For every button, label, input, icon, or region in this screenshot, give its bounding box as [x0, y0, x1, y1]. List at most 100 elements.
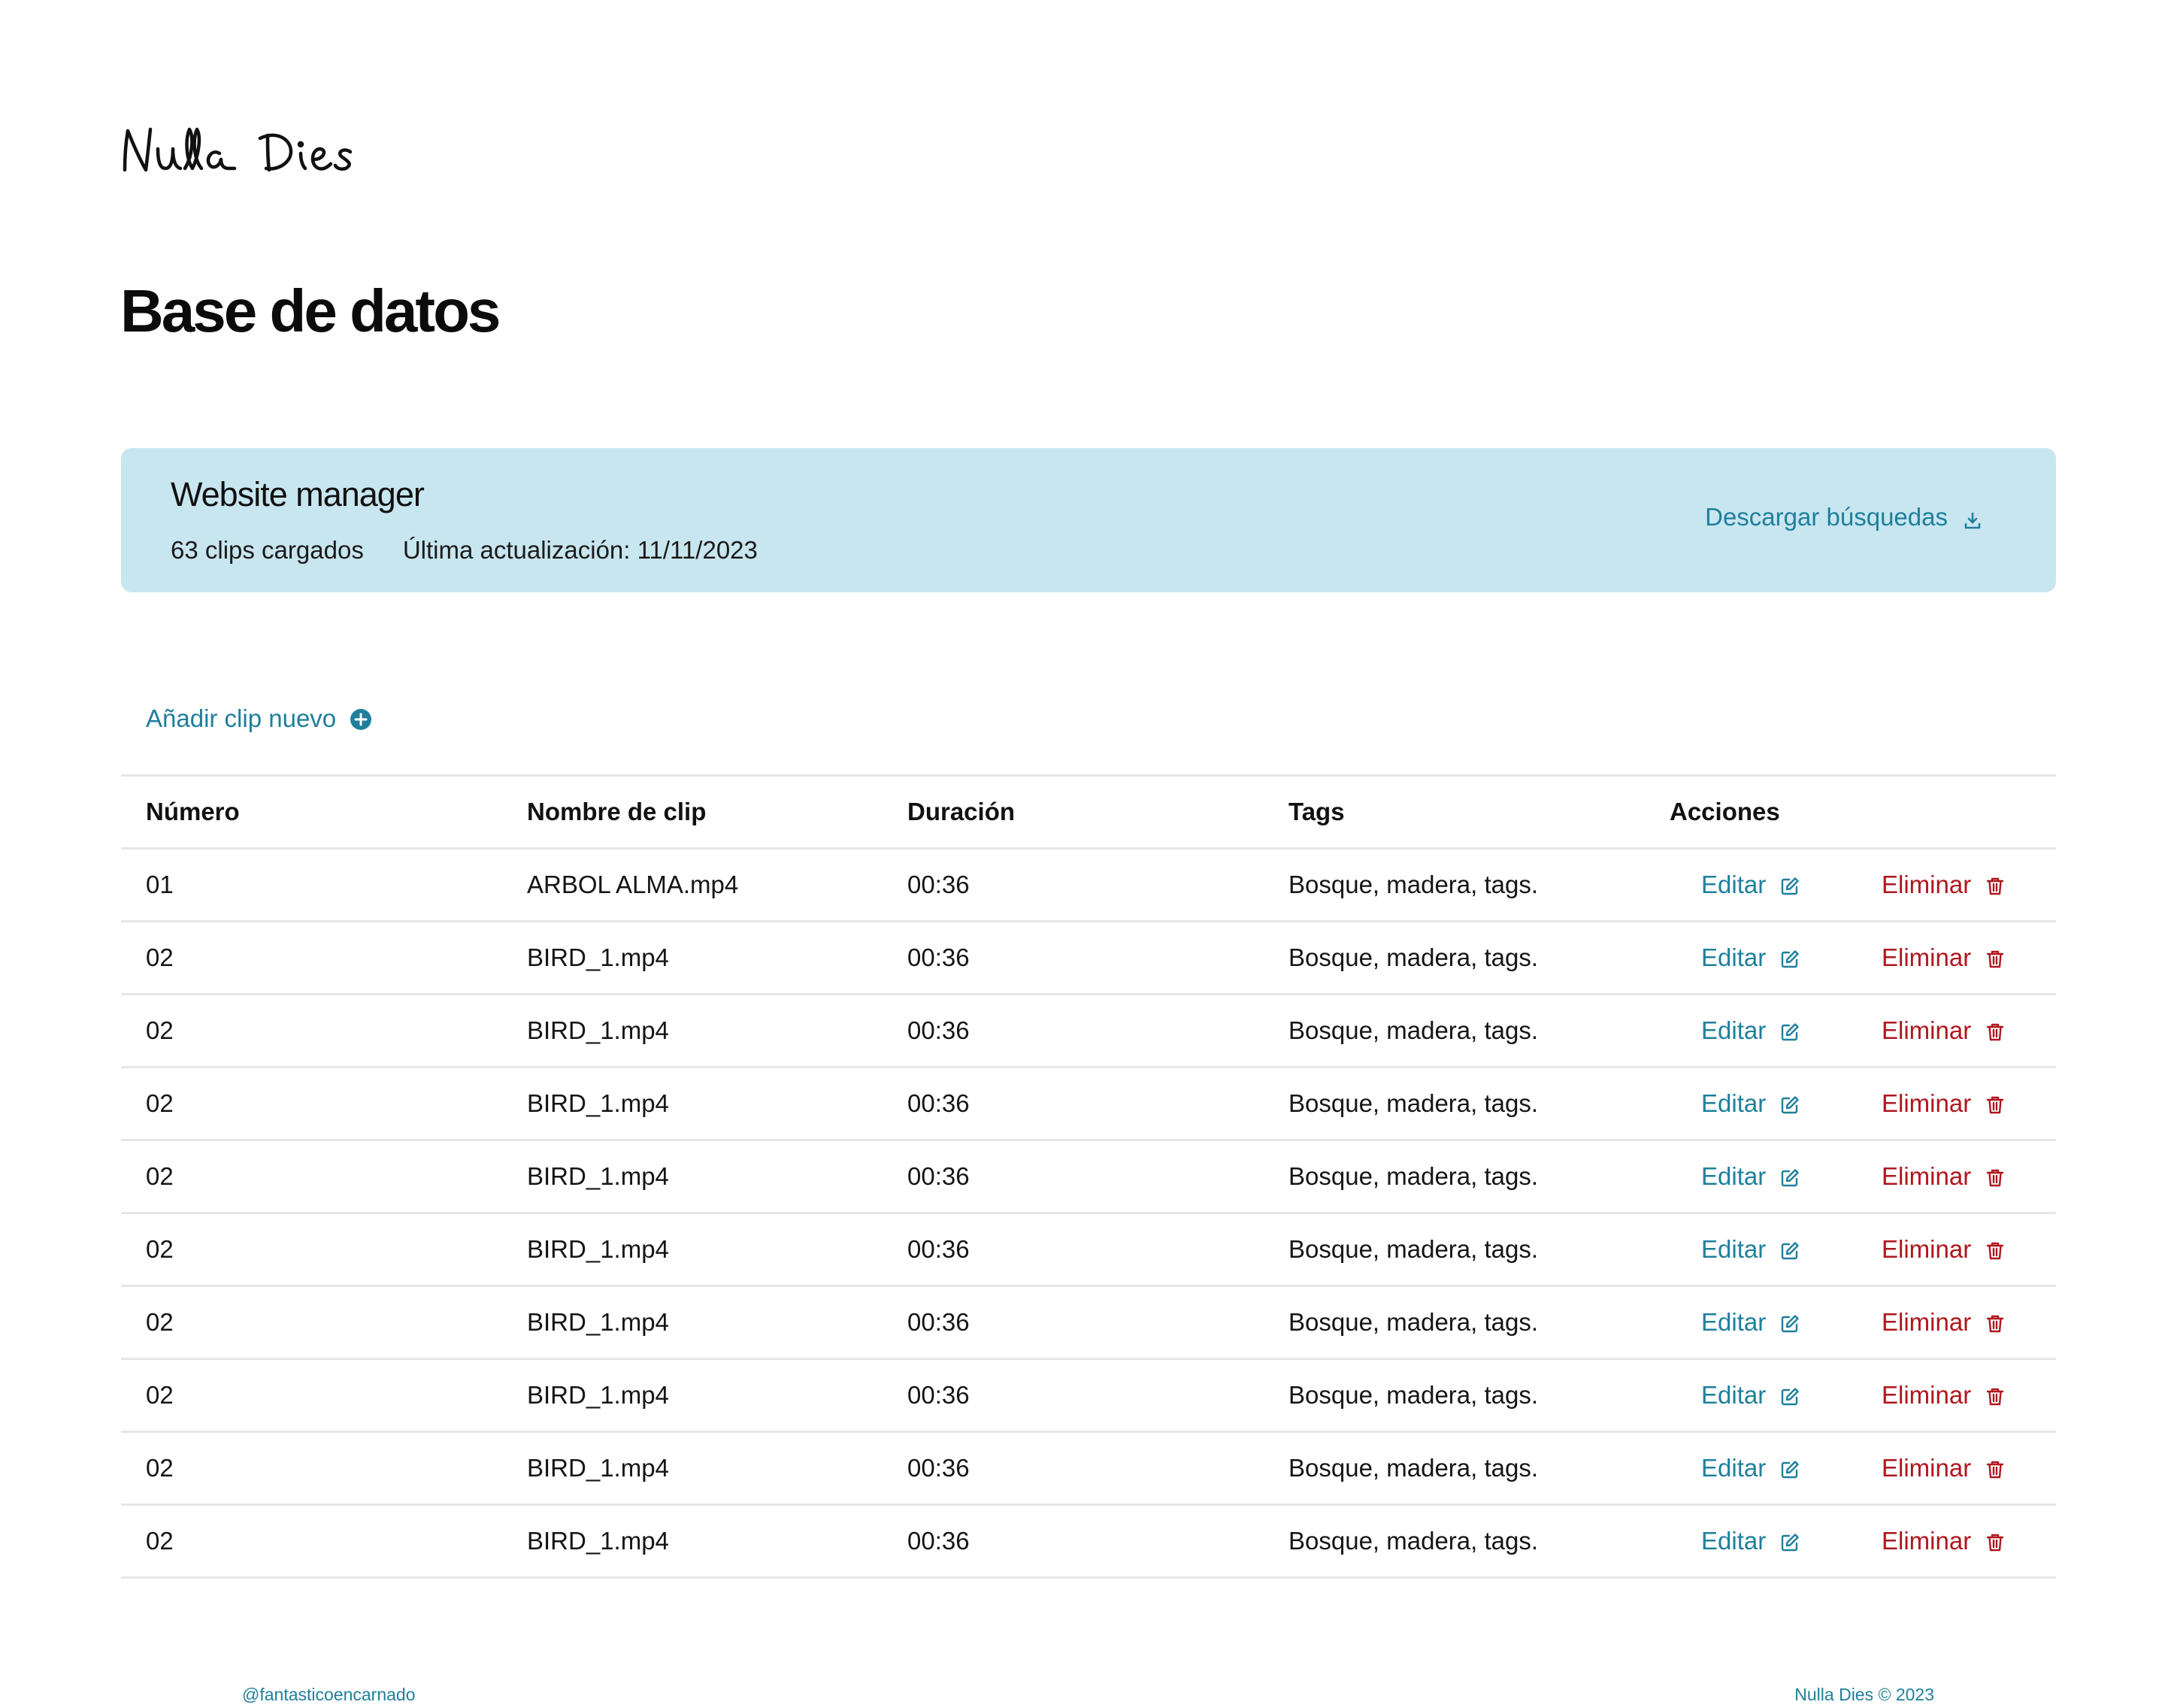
- delete-button[interactable]: Eliminar: [1882, 1308, 2006, 1337]
- table-row: 02 BIRD_1.mp4 00:36 Bosque, madera, tags. Ed…: [121, 1066, 2056, 1140]
- edit-label: Editar: [1701, 1089, 1767, 1117]
- delete-label: Eliminar: [1882, 1454, 1972, 1482]
- edit-label: Editar: [1701, 943, 1767, 971]
- table-header-row: Número Nombre de clip Duración Tags Acci…: [121, 774, 2056, 849]
- cell-actions: Editar Eliminar: [1645, 1212, 2056, 1286]
- website-manager-panel: Website manager 63 clips cargados Última …: [121, 448, 2056, 592]
- add-clip-button[interactable]: Añadir clip nuevo: [146, 704, 372, 734]
- trash-icon: [1985, 947, 2006, 968]
- edit-button[interactable]: Editar: [1701, 1235, 1882, 1264]
- cell-number: 02: [121, 1358, 502, 1432]
- edit-button[interactable]: Editar: [1701, 1454, 1882, 1482]
- cell-tags: Bosque, madera, tags.: [1264, 1212, 1645, 1286]
- logo[interactable]: [120, 120, 376, 180]
- panel-title: Website manager: [171, 475, 425, 513]
- edit-icon: [1779, 1239, 1800, 1260]
- row-actions: Editar Eliminar: [1670, 1016, 2056, 1045]
- header-number: Número: [121, 774, 502, 849]
- page-title: Base de datos: [120, 277, 501, 344]
- delete-button[interactable]: Eliminar: [1882, 1162, 2006, 1191]
- row-actions: Editar Eliminar: [1670, 1089, 2056, 1118]
- cell-duration: 00:36: [883, 847, 1264, 922]
- trash-icon: [1985, 1458, 2006, 1479]
- cell-actions: Editar Eliminar: [1645, 1504, 2056, 1579]
- row-actions: Editar Eliminar: [1670, 1162, 2056, 1191]
- edit-button[interactable]: Editar: [1701, 1308, 1882, 1337]
- trash-icon: [1985, 1312, 2006, 1333]
- cell-duration: 00:36: [883, 1212, 1264, 1286]
- delete-button[interactable]: Eliminar: [1882, 1454, 2006, 1482]
- edit-icon: [1779, 1020, 1800, 1041]
- edit-icon: [1779, 1531, 1800, 1552]
- cell-tags: Bosque, madera, tags.: [1264, 847, 1645, 922]
- cell-actions: Editar Eliminar: [1645, 1358, 2056, 1432]
- table-row: 02 BIRD_1.mp4 00:36 Bosque, madera, tags. Ed…: [121, 1431, 2056, 1505]
- delete-button[interactable]: Eliminar: [1882, 943, 2006, 972]
- cell-actions: Editar Eliminar: [1645, 993, 2056, 1068]
- footer-handle[interactable]: @fantasticoencarnado: [242, 1684, 416, 1705]
- cell-number: 02: [121, 993, 502, 1068]
- delete-label: Eliminar: [1882, 1235, 1972, 1263]
- cell-clip-name: BIRD_1.mp4: [502, 1431, 883, 1505]
- delete-button[interactable]: Eliminar: [1882, 1089, 2006, 1118]
- cell-duration: 00:36: [883, 1431, 1264, 1505]
- plus-circle-icon: [350, 707, 372, 730]
- trash-icon: [1985, 1385, 2006, 1406]
- edit-icon: [1779, 1166, 1800, 1187]
- cell-clip-name: ARBOL ALMA.mp4: [502, 847, 883, 922]
- cell-clip-name: BIRD_1.mp4: [502, 1139, 883, 1213]
- last-update: Última actualización: 11/11/2023: [402, 536, 758, 564]
- edit-label: Editar: [1701, 1016, 1767, 1044]
- cell-tags: Bosque, madera, tags.: [1264, 1066, 1645, 1140]
- header-tags: Tags: [1264, 774, 1645, 849]
- edit-label: Editar: [1701, 1454, 1767, 1482]
- cell-number: 02: [121, 1431, 502, 1505]
- cell-duration: 00:36: [883, 1504, 1264, 1579]
- cell-duration: 00:36: [883, 920, 1264, 995]
- edit-button[interactable]: Editar: [1701, 943, 1882, 972]
- delete-label: Eliminar: [1882, 1089, 1972, 1117]
- cell-actions: Editar Eliminar: [1645, 847, 2056, 922]
- delete-button[interactable]: Eliminar: [1882, 1235, 2006, 1264]
- edit-button[interactable]: Editar: [1701, 1162, 1882, 1191]
- row-actions: Editar Eliminar: [1670, 1235, 2056, 1264]
- cell-number: 01: [121, 847, 502, 922]
- edit-button[interactable]: Editar: [1701, 871, 1882, 899]
- cell-actions: Editar Eliminar: [1645, 1285, 2056, 1359]
- cell-duration: 00:36: [883, 1285, 1264, 1359]
- delete-button[interactable]: Eliminar: [1882, 1381, 2006, 1410]
- cell-clip-name: BIRD_1.mp4: [502, 1285, 883, 1359]
- edit-label: Editar: [1701, 1527, 1767, 1555]
- row-actions: Editar Eliminar: [1670, 871, 2056, 899]
- row-actions: Editar Eliminar: [1670, 1527, 2056, 1555]
- delete-button[interactable]: Eliminar: [1882, 871, 2006, 899]
- cell-number: 02: [121, 1212, 502, 1286]
- edit-button[interactable]: Editar: [1701, 1527, 1882, 1555]
- delete-button[interactable]: Eliminar: [1882, 1016, 2006, 1045]
- edit-button[interactable]: Editar: [1701, 1089, 1882, 1118]
- table-row: 02 BIRD_1.mp4 00:36 Bosque, madera, tags. Ed…: [121, 1504, 2056, 1579]
- edit-button[interactable]: Editar: [1701, 1381, 1882, 1410]
- cell-actions: Editar Eliminar: [1645, 1066, 2056, 1140]
- edit-icon: [1779, 947, 1800, 968]
- cell-number: 02: [121, 1139, 502, 1213]
- cell-tags: Bosque, madera, tags.: [1264, 1504, 1645, 1579]
- delete-button[interactable]: Eliminar: [1882, 1527, 2006, 1555]
- cell-duration: 00:36: [883, 1139, 1264, 1213]
- table-row: 02 BIRD_1.mp4 00:36 Bosque, madera, tags. Ed…: [121, 1285, 2056, 1359]
- edit-icon: [1779, 1312, 1800, 1333]
- download-searches-label: Descargar búsquedas: [1705, 503, 1948, 531]
- delete-label: Eliminar: [1882, 871, 1972, 898]
- edit-button[interactable]: Editar: [1701, 1016, 1882, 1045]
- table-row: 02 BIRD_1.mp4 00:36 Bosque, madera, tags. Ed…: [121, 920, 2056, 995]
- cell-tags: Bosque, madera, tags.: [1264, 1431, 1645, 1505]
- table-row: 02 BIRD_1.mp4 00:36 Bosque, madera, tags. Ed…: [121, 1212, 2056, 1286]
- header-name: Nombre de clip: [502, 774, 883, 849]
- row-actions: Editar Eliminar: [1670, 1381, 2056, 1410]
- cell-actions: Editar Eliminar: [1645, 1139, 2056, 1213]
- download-searches-button[interactable]: Descargar búsquedas: [1705, 502, 1982, 532]
- edit-label: Editar: [1701, 1308, 1767, 1336]
- cell-clip-name: BIRD_1.mp4: [502, 1066, 883, 1140]
- edit-label: Editar: [1701, 1235, 1767, 1263]
- cell-clip-name: BIRD_1.mp4: [502, 993, 883, 1068]
